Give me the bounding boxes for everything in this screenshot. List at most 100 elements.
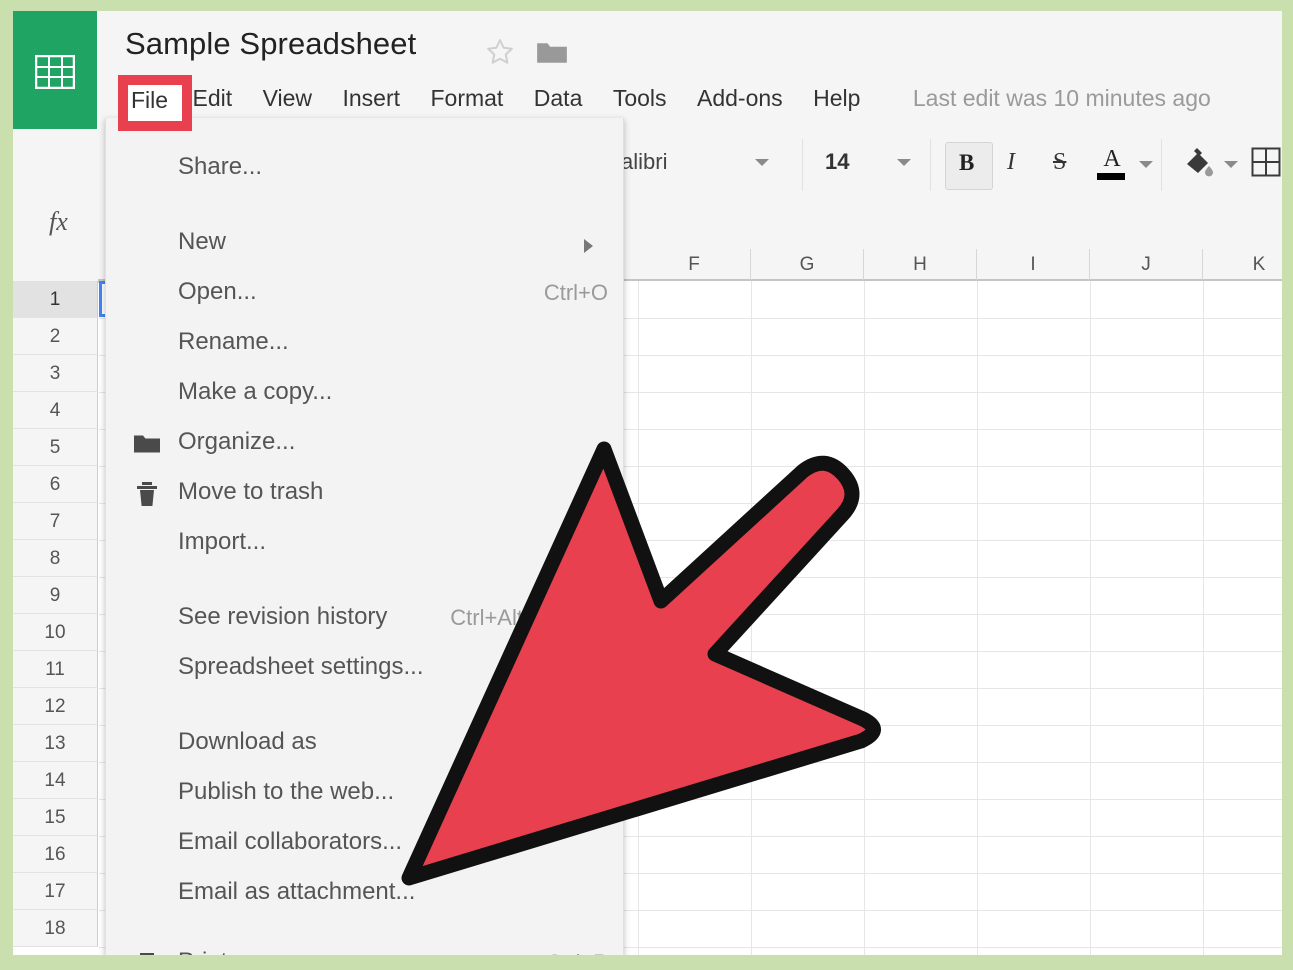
- menu-item-email-collaborators[interactable]: Email collaborators...: [106, 819, 623, 869]
- row-header-5[interactable]: 5: [13, 429, 98, 466]
- menu-item-shortcut: Ctrl+P: [546, 950, 608, 955]
- menu-item-shortcut: Ctrl+O: [543, 280, 608, 305]
- printer-icon: [140, 953, 154, 955]
- screenshot-root: Sample Spreadsheet File Edit View Insert…: [0, 0, 1293, 970]
- star-outline-icon[interactable]: [485, 37, 515, 67]
- folder-icon[interactable]: [537, 41, 567, 65]
- menu-item-label: Email as attachment...: [178, 878, 416, 905]
- grid-line-v: [751, 281, 752, 955]
- menu-item-import[interactable]: Import...: [106, 519, 623, 569]
- menu-item-data[interactable]: Data: [534, 81, 583, 115]
- grid-line-v: [1203, 281, 1204, 955]
- column-header-h[interactable]: H: [864, 249, 977, 281]
- menu-item-organize[interactable]: Organize...: [106, 419, 623, 469]
- font-family-selector[interactable]: alibri: [621, 149, 667, 175]
- document-title[interactable]: Sample Spreadsheet: [125, 26, 416, 62]
- menu-item-label: Import...: [178, 528, 267, 555]
- menu-item-view[interactable]: View: [263, 81, 312, 115]
- row-header-7[interactable]: 7: [13, 503, 98, 540]
- column-header-j[interactable]: J: [1090, 249, 1203, 281]
- menu-item-tools[interactable]: Tools: [613, 81, 667, 115]
- menu-item-label: Download as: [178, 728, 317, 755]
- text-color-swatch: [1097, 173, 1125, 180]
- menu-item-label: Organize...: [178, 428, 296, 455]
- row-header-14[interactable]: 14: [13, 762, 98, 799]
- fx-icon: fx: [49, 207, 68, 236]
- menu-item-label: Share...: [178, 153, 263, 180]
- menu-item-email-as-attachment[interactable]: Email as attachment...: [106, 869, 623, 919]
- name-box[interactable]: fx: [13, 201, 114, 248]
- grid-line-v: [864, 281, 865, 955]
- row-header-6[interactable]: 6: [13, 466, 98, 503]
- row-header-13[interactable]: 13: [13, 725, 98, 762]
- menu-item-see-revision-history[interactable]: See revision history Ctrl+Alt: [106, 594, 623, 644]
- menu-item-spreadsheet-settings[interactable]: Spreadsheet settings...: [106, 644, 623, 694]
- menu-item-share[interactable]: Share...: [106, 144, 623, 194]
- row-header-15[interactable]: 15: [13, 799, 98, 836]
- submenu-arrow-icon: [584, 239, 593, 253]
- row-header-4[interactable]: 4: [13, 392, 98, 429]
- menu-item-label: Spreadsheet settings...: [178, 653, 424, 680]
- text-color-letter: A: [1103, 146, 1121, 172]
- menu-item-insert[interactable]: Insert: [343, 81, 401, 115]
- grid-line-v: [1090, 281, 1091, 955]
- menu-item-file[interactable]: File: [131, 87, 168, 114]
- italic-button[interactable]: I: [1007, 149, 1015, 176]
- file-menu-dropdown: Share... New Open... Ctrl+O Rename... Ma…: [105, 118, 624, 955]
- google-sheets-app: Sample Spreadsheet File Edit View Insert…: [13, 11, 1282, 955]
- menu-item-download-as[interactable]: Download as: [106, 719, 623, 769]
- menu-item-print[interactable]: Print Ctrl+P: [106, 939, 623, 955]
- menu-item-label: Move to trash: [178, 478, 324, 505]
- menu-item-move-to-trash[interactable]: Move to trash: [106, 469, 623, 519]
- menu-item-help[interactable]: Help: [813, 81, 860, 115]
- toolbar-separator: [1161, 139, 1162, 191]
- row-header-18[interactable]: 18: [13, 910, 98, 947]
- chevron-down-icon[interactable]: [755, 159, 769, 166]
- font-size-selector[interactable]: 14: [825, 149, 849, 175]
- menu-item-label: Print: [178, 948, 227, 955]
- column-header-i[interactable]: I: [977, 249, 1090, 281]
- row-header-17[interactable]: 17: [13, 873, 98, 910]
- menu-item-rename[interactable]: Rename...: [106, 319, 623, 369]
- menu-item-shortcut: Ctrl+Alt: [450, 605, 523, 630]
- menu-item-edit[interactable]: Edit: [193, 81, 233, 115]
- menu-item-new[interactable]: New: [106, 219, 623, 269]
- column-header-g[interactable]: G: [751, 249, 864, 281]
- column-header-f[interactable]: F: [638, 249, 751, 281]
- row-header-10[interactable]: 10: [13, 614, 98, 651]
- row-header-11[interactable]: 11: [13, 651, 98, 688]
- row-header-9[interactable]: 9: [13, 577, 98, 614]
- chevron-down-icon[interactable]: [1139, 161, 1153, 168]
- row-header-12[interactable]: 12: [13, 688, 98, 725]
- menu-item-label: Publish to the web...: [178, 778, 395, 805]
- borders-icon[interactable]: [1251, 147, 1281, 177]
- strikethrough-button[interactable]: S: [1053, 149, 1066, 176]
- row-header-16[interactable]: 16: [13, 836, 98, 873]
- row-header-8[interactable]: 8: [13, 540, 98, 577]
- menu-item-addons[interactable]: Add-ons: [697, 81, 783, 115]
- fill-color-icon[interactable]: [1181, 144, 1215, 178]
- spreadsheet-icon: [35, 55, 75, 89]
- menu-item-make-a-copy[interactable]: Make a copy...: [106, 369, 623, 419]
- row-header-1[interactable]: 1: [13, 281, 98, 318]
- menu-item-format[interactable]: Format: [430, 81, 503, 115]
- grid-line-v: [977, 281, 978, 955]
- text-color-button[interactable]: A: [1097, 146, 1127, 180]
- bold-button[interactable]: B: [945, 142, 993, 190]
- menu-item-open[interactable]: Open... Ctrl+O: [106, 269, 623, 319]
- chevron-down-icon[interactable]: [897, 159, 911, 166]
- menu-bar: File Edit View Insert Format Data Tools …: [125, 81, 1237, 121]
- toolbar-separator: [802, 139, 803, 191]
- grid-line-v: [638, 281, 639, 955]
- chevron-down-icon[interactable]: [1224, 161, 1238, 168]
- sheets-logo[interactable]: [13, 11, 97, 129]
- select-all-corner[interactable]: [13, 249, 99, 283]
- menu-item-label: Make a copy...: [178, 378, 333, 405]
- menu-item-label: New: [178, 228, 227, 255]
- trash-icon: [137, 482, 157, 506]
- column-header-k[interactable]: K: [1203, 249, 1282, 281]
- menu-item-publish-to-the-web[interactable]: Publish to the web...: [106, 769, 623, 819]
- row-header-2[interactable]: 2: [13, 318, 98, 355]
- row-header-3[interactable]: 3: [13, 355, 98, 392]
- bold-label: B: [959, 150, 975, 175]
